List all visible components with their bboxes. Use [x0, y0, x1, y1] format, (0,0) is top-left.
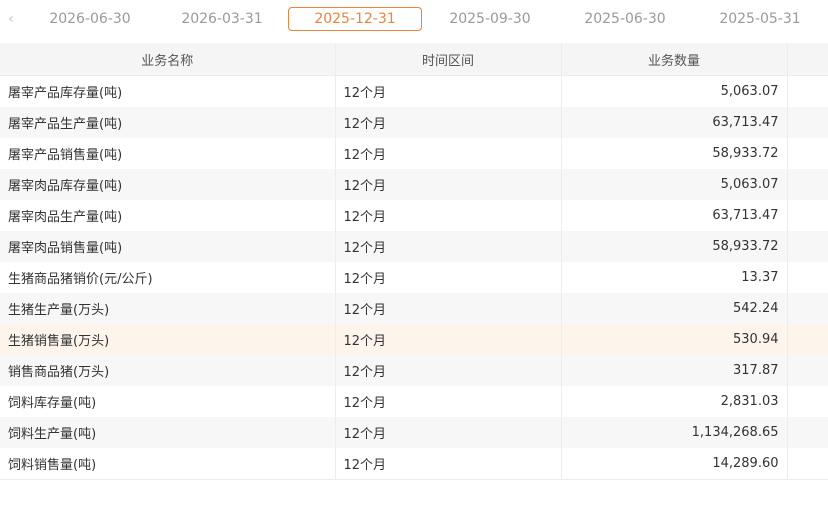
row-business-quantity: 5,063.07 — [561, 75, 788, 107]
table-row: 屠宰产品销售量(吨) 12个月 58,933.72 — [0, 138, 828, 169]
date-tab-bar: ‹ 2026-06-30 2026-03-31 2025-12-31 2025-… — [0, 0, 828, 40]
row-business-name: 生猪商品猪销价(元/公斤) — [0, 262, 336, 293]
row-time-period: 12个月 — [335, 138, 562, 169]
business-data-table: 业务名称 时间区间 业务数量 屠宰产品库存量(吨) 12个月 5,063.07 … — [0, 43, 828, 480]
table-row: 饲料销售量(吨) 12个月 14,289.60 — [0, 448, 828, 480]
row-business-quantity: 5,063.07 — [561, 169, 788, 200]
header-business-quantity: 业务数量 — [561, 43, 788, 76]
row-spacer — [787, 75, 828, 107]
row-business-name: 饲料销售量(吨) — [0, 448, 336, 480]
date-tab-2025-05-31[interactable]: 2025-05-31 — [700, 7, 820, 31]
date-tab-2025-12-31[interactable]: 2025-12-31 — [288, 7, 422, 31]
row-spacer — [787, 386, 828, 417]
row-time-period: 12个月 — [335, 293, 562, 324]
row-time-period: 12个月 — [335, 355, 562, 386]
header-time-period: 时间区间 — [335, 43, 562, 76]
row-business-name: 饲料库存量(吨) — [0, 386, 336, 417]
row-business-quantity: 1,134,268.65 — [561, 417, 788, 448]
row-business-name: 屠宰肉品销售量(吨) — [0, 231, 336, 262]
row-business-quantity: 13.37 — [561, 262, 788, 293]
row-spacer — [787, 417, 828, 448]
row-time-period: 12个月 — [335, 231, 562, 262]
row-business-quantity: 63,713.47 — [561, 200, 788, 231]
row-business-quantity: 58,933.72 — [561, 231, 788, 262]
row-spacer — [787, 262, 828, 293]
table-row: 屠宰产品库存量(吨) 12个月 5,063.07 — [0, 75, 828, 107]
row-business-quantity: 2,831.03 — [561, 386, 788, 417]
row-business-name: 屠宰肉品生产量(吨) — [0, 200, 336, 231]
header-spacer — [787, 43, 828, 76]
table-row: 生猪商品猪销价(元/公斤) 12个月 13.37 — [0, 262, 828, 293]
row-spacer — [787, 324, 828, 355]
row-spacer — [787, 293, 828, 324]
row-business-quantity: 58,933.72 — [561, 138, 788, 169]
row-business-name: 屠宰产品生产量(吨) — [0, 107, 336, 138]
row-business-quantity: 14,289.60 — [561, 448, 788, 480]
row-time-period: 12个月 — [335, 200, 562, 231]
row-time-period: 12个月 — [335, 75, 562, 107]
row-spacer — [787, 107, 828, 138]
row-spacer — [787, 138, 828, 169]
header-business-name: 业务名称 — [0, 43, 336, 76]
row-business-name: 屠宰产品库存量(吨) — [0, 75, 336, 107]
table-row: 屠宰肉品生产量(吨) 12个月 63,713.47 — [0, 200, 828, 231]
row-business-name: 屠宰产品销售量(吨) — [0, 138, 336, 169]
table-row: 饲料生产量(吨) 12个月 1,134,268.65 — [0, 417, 828, 448]
row-business-name: 生猪生产量(万头) — [0, 293, 336, 324]
row-time-period: 12个月 — [335, 262, 562, 293]
date-tab-2025-06-30[interactable]: 2025-06-30 — [565, 7, 685, 31]
table-row: 生猪生产量(万头) 12个月 542.24 — [0, 293, 828, 324]
table-header-row: 业务名称 时间区间 业务数量 — [0, 43, 828, 76]
row-time-period: 12个月 — [335, 107, 562, 138]
row-time-period: 12个月 — [335, 169, 562, 200]
table-row: 屠宰产品生产量(吨) 12个月 63,713.47 — [0, 107, 828, 138]
date-tab-2026-06-30[interactable]: 2026-06-30 — [30, 7, 150, 31]
chevron-left-icon[interactable]: ‹ — [4, 9, 18, 29]
row-time-period: 12个月 — [335, 324, 562, 355]
row-business-quantity: 63,713.47 — [561, 107, 788, 138]
row-spacer — [787, 169, 828, 200]
row-business-name: 销售商品猪(万头) — [0, 355, 336, 386]
row-spacer — [787, 355, 828, 386]
row-spacer — [787, 448, 828, 480]
row-spacer — [787, 231, 828, 262]
table-row-highlighted: 生猪销售量(万头) 12个月 530.94 — [0, 324, 828, 355]
date-tab-2026-03-31[interactable]: 2026-03-31 — [162, 7, 282, 31]
row-business-quantity: 317.87 — [561, 355, 788, 386]
table-row: 屠宰肉品销售量(吨) 12个月 58,933.72 — [0, 231, 828, 262]
row-business-name: 生猪销售量(万头) — [0, 324, 336, 355]
row-business-quantity: 542.24 — [561, 293, 788, 324]
date-tab-2025-09-30[interactable]: 2025-09-30 — [430, 7, 550, 31]
row-time-period: 12个月 — [335, 448, 562, 480]
table-row: 屠宰肉品库存量(吨) 12个月 5,063.07 — [0, 169, 828, 200]
row-time-period: 12个月 — [335, 386, 562, 417]
row-business-name: 屠宰肉品库存量(吨) — [0, 169, 336, 200]
table-row: 销售商品猪(万头) 12个月 317.87 — [0, 355, 828, 386]
row-business-name: 饲料生产量(吨) — [0, 417, 336, 448]
row-time-period: 12个月 — [335, 417, 562, 448]
row-business-quantity: 530.94 — [561, 324, 788, 355]
table-row: 饲料库存量(吨) 12个月 2,831.03 — [0, 386, 828, 417]
row-spacer — [787, 200, 828, 231]
